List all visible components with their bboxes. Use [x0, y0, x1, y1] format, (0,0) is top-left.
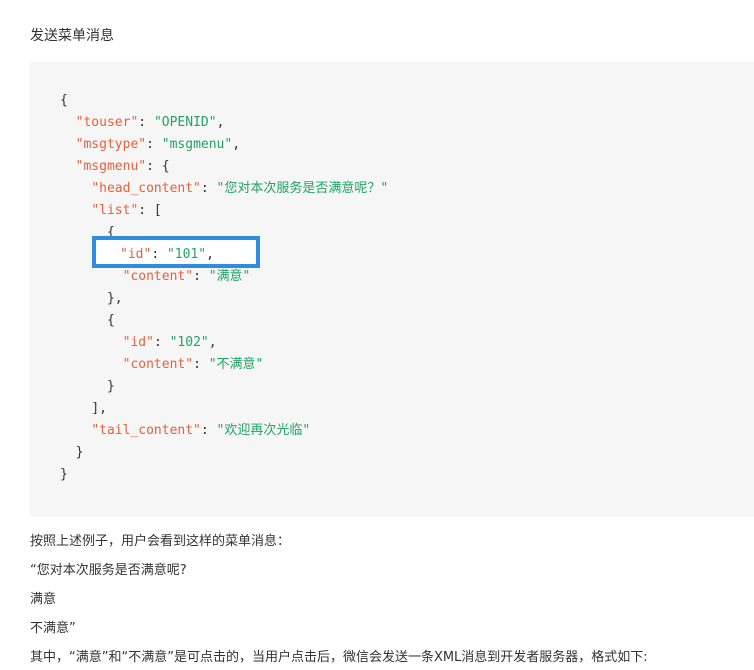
code-block: { "touser": "OPENID", "msgtype": "msgmen…	[30, 62, 754, 517]
code-line: }	[60, 464, 388, 486]
json-string: "msgmenu"	[161, 137, 233, 152]
json-key: "msgtype"	[75, 137, 147, 152]
json-string: "满意"	[208, 269, 251, 284]
code-line: }	[60, 442, 388, 464]
json-key: "id"	[122, 335, 154, 350]
json-punctuation: :	[193, 357, 209, 372]
highlighted-value: "101"	[166, 247, 207, 262]
code-line: {	[60, 310, 388, 332]
highlighted-id-line: "id": "101",	[120, 244, 214, 266]
json-punctuation: :	[153, 335, 170, 350]
code-line: "content": "满意"	[60, 266, 388, 288]
json-punctuation: ,	[232, 137, 241, 152]
json-key: "content"	[122, 357, 194, 372]
highlighted-sep: :	[151, 247, 167, 262]
code-line: "content": "不满意"	[60, 354, 388, 376]
highlighted-comma: ,	[206, 247, 214, 262]
json-punctuation: },	[106, 291, 123, 306]
json-key: "tail_content"	[91, 423, 201, 438]
json-punctuation: :	[146, 137, 162, 152]
json-string: "不满意"	[208, 357, 264, 372]
code-line: "head_content": "您对本次服务是否满意呢？"	[60, 178, 388, 200]
menu-question-text: “您对本次服务是否满意呢?	[30, 563, 187, 578]
json-punctuation: }	[106, 379, 115, 394]
json-punctuation: :	[200, 181, 217, 196]
code-line: }	[60, 376, 388, 398]
code-line: "msgmenu": {	[60, 156, 388, 178]
code-line: "id": "102",	[60, 332, 388, 354]
code-line: "msgtype": "msgmenu",	[60, 134, 388, 156]
json-punctuation: }	[75, 445, 84, 460]
menu-option-satisfied: 满意	[30, 592, 57, 607]
json-punctuation: }	[60, 467, 68, 482]
json-punctuation: : [	[138, 203, 162, 218]
code-line: {	[60, 90, 388, 112]
json-string: "您对本次服务是否满意呢？"	[216, 181, 389, 196]
json-string: "欢迎再次光临"	[216, 423, 311, 438]
code-line: },	[60, 288, 388, 310]
json-string: "OPENID"	[153, 115, 217, 130]
menu-option-unsatisfied: 不满意”	[30, 621, 76, 636]
json-punctuation: : {	[146, 159, 170, 174]
json-punctuation: {	[60, 93, 68, 108]
explanation-paragraph: 其中，“满意”和“不满意”是可点击的，当用户点击后，微信会发送一条XML消息到开…	[30, 650, 648, 665]
json-string: "102"	[169, 335, 209, 350]
code-line: ],	[60, 398, 388, 420]
code-line: "tail_content": "欢迎再次光临"	[60, 420, 388, 442]
json-punctuation: {	[106, 313, 115, 328]
code-line: "touser": "OPENID",	[60, 112, 388, 134]
json-key: "list"	[91, 203, 139, 218]
section-heading: 发送菜单消息	[30, 28, 114, 44]
json-key: "touser"	[75, 115, 139, 130]
json-punctuation: ,	[216, 115, 225, 130]
json-punctuation: ],	[91, 401, 107, 416]
json-key: "content"	[122, 269, 194, 284]
json-punctuation: :	[193, 269, 209, 284]
json-code: { "touser": "OPENID", "msgtype": "msgmen…	[60, 90, 388, 486]
json-punctuation: :	[200, 423, 217, 438]
json-key: "head_content"	[91, 181, 201, 196]
code-line: "list": [	[60, 200, 388, 222]
json-punctuation: :	[138, 115, 154, 130]
highlighted-key: "id"	[120, 247, 152, 262]
json-punctuation: ,	[208, 335, 217, 350]
json-key: "msgmenu"	[75, 159, 147, 174]
description-paragraph: 按照上述例子，用户会看到这样的菜单消息：	[30, 534, 291, 549]
